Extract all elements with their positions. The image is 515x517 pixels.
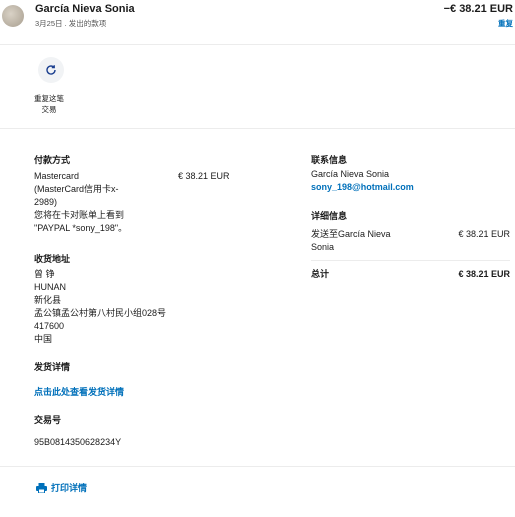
divider xyxy=(0,128,515,129)
details-heading: 详细信息 xyxy=(311,211,348,221)
transaction-amount: −€ 38.21 EUR xyxy=(443,3,513,15)
avatar xyxy=(2,5,24,27)
transaction-id: 95B0814350628234Y xyxy=(34,437,122,447)
payment-method-heading: 付款方式 xyxy=(34,155,71,165)
delivery-details-heading: 发货详情 xyxy=(34,362,71,372)
total-label: 总计 xyxy=(311,269,330,279)
payee-name: García Nieva Sonia xyxy=(35,3,135,15)
repeat-transaction-label: 重复这笔 交易 xyxy=(34,94,64,114)
view-delivery-details-link[interactable]: 点击此处查看发货详情 xyxy=(34,386,124,399)
contact-info-heading: 联系信息 xyxy=(311,155,348,165)
contact-email-link[interactable]: sony_198@hotmail.com xyxy=(311,181,414,194)
printer-icon xyxy=(36,483,47,494)
repeat-icon-circle xyxy=(38,57,64,83)
total-amount: € 38.21 EUR xyxy=(458,269,510,279)
print-details-label: 打印详情 xyxy=(51,483,88,493)
transaction-subtitle: 3月25日 . 发出的款项 xyxy=(35,19,107,28)
details-divider xyxy=(311,260,510,261)
transaction-id-heading: 交易号 xyxy=(34,415,62,425)
contact-name: García Nieva Sonia xyxy=(311,169,390,179)
payment-method-details: Mastercard (MasterCard信用卡x- 2989) 您将在卡对账… xyxy=(34,171,128,233)
transaction-header: García Nieva Sonia 3月25日 . 发出的款项 −€ 38.2… xyxy=(0,0,515,45)
refresh-icon xyxy=(46,65,56,75)
sent-amount: € 38.21 EUR xyxy=(458,229,510,239)
footer-divider xyxy=(0,466,515,467)
repeat-transaction-button[interactable]: 重复这笔 交易 xyxy=(34,57,68,115)
repeat-link[interactable]: 重复 xyxy=(498,18,513,29)
payment-amount: € 38.21 EUR xyxy=(178,171,230,181)
shipping-address-heading: 收货地址 xyxy=(34,254,71,264)
print-details-button[interactable]: 打印详情 xyxy=(36,481,87,494)
sent-to-label: 发送至García Nieva Sonia xyxy=(311,229,391,252)
shipping-address: 曾 铮 HUNAN 新化县 孟公镇孟公村第八村民小组028号 417600 中国 xyxy=(34,269,167,344)
